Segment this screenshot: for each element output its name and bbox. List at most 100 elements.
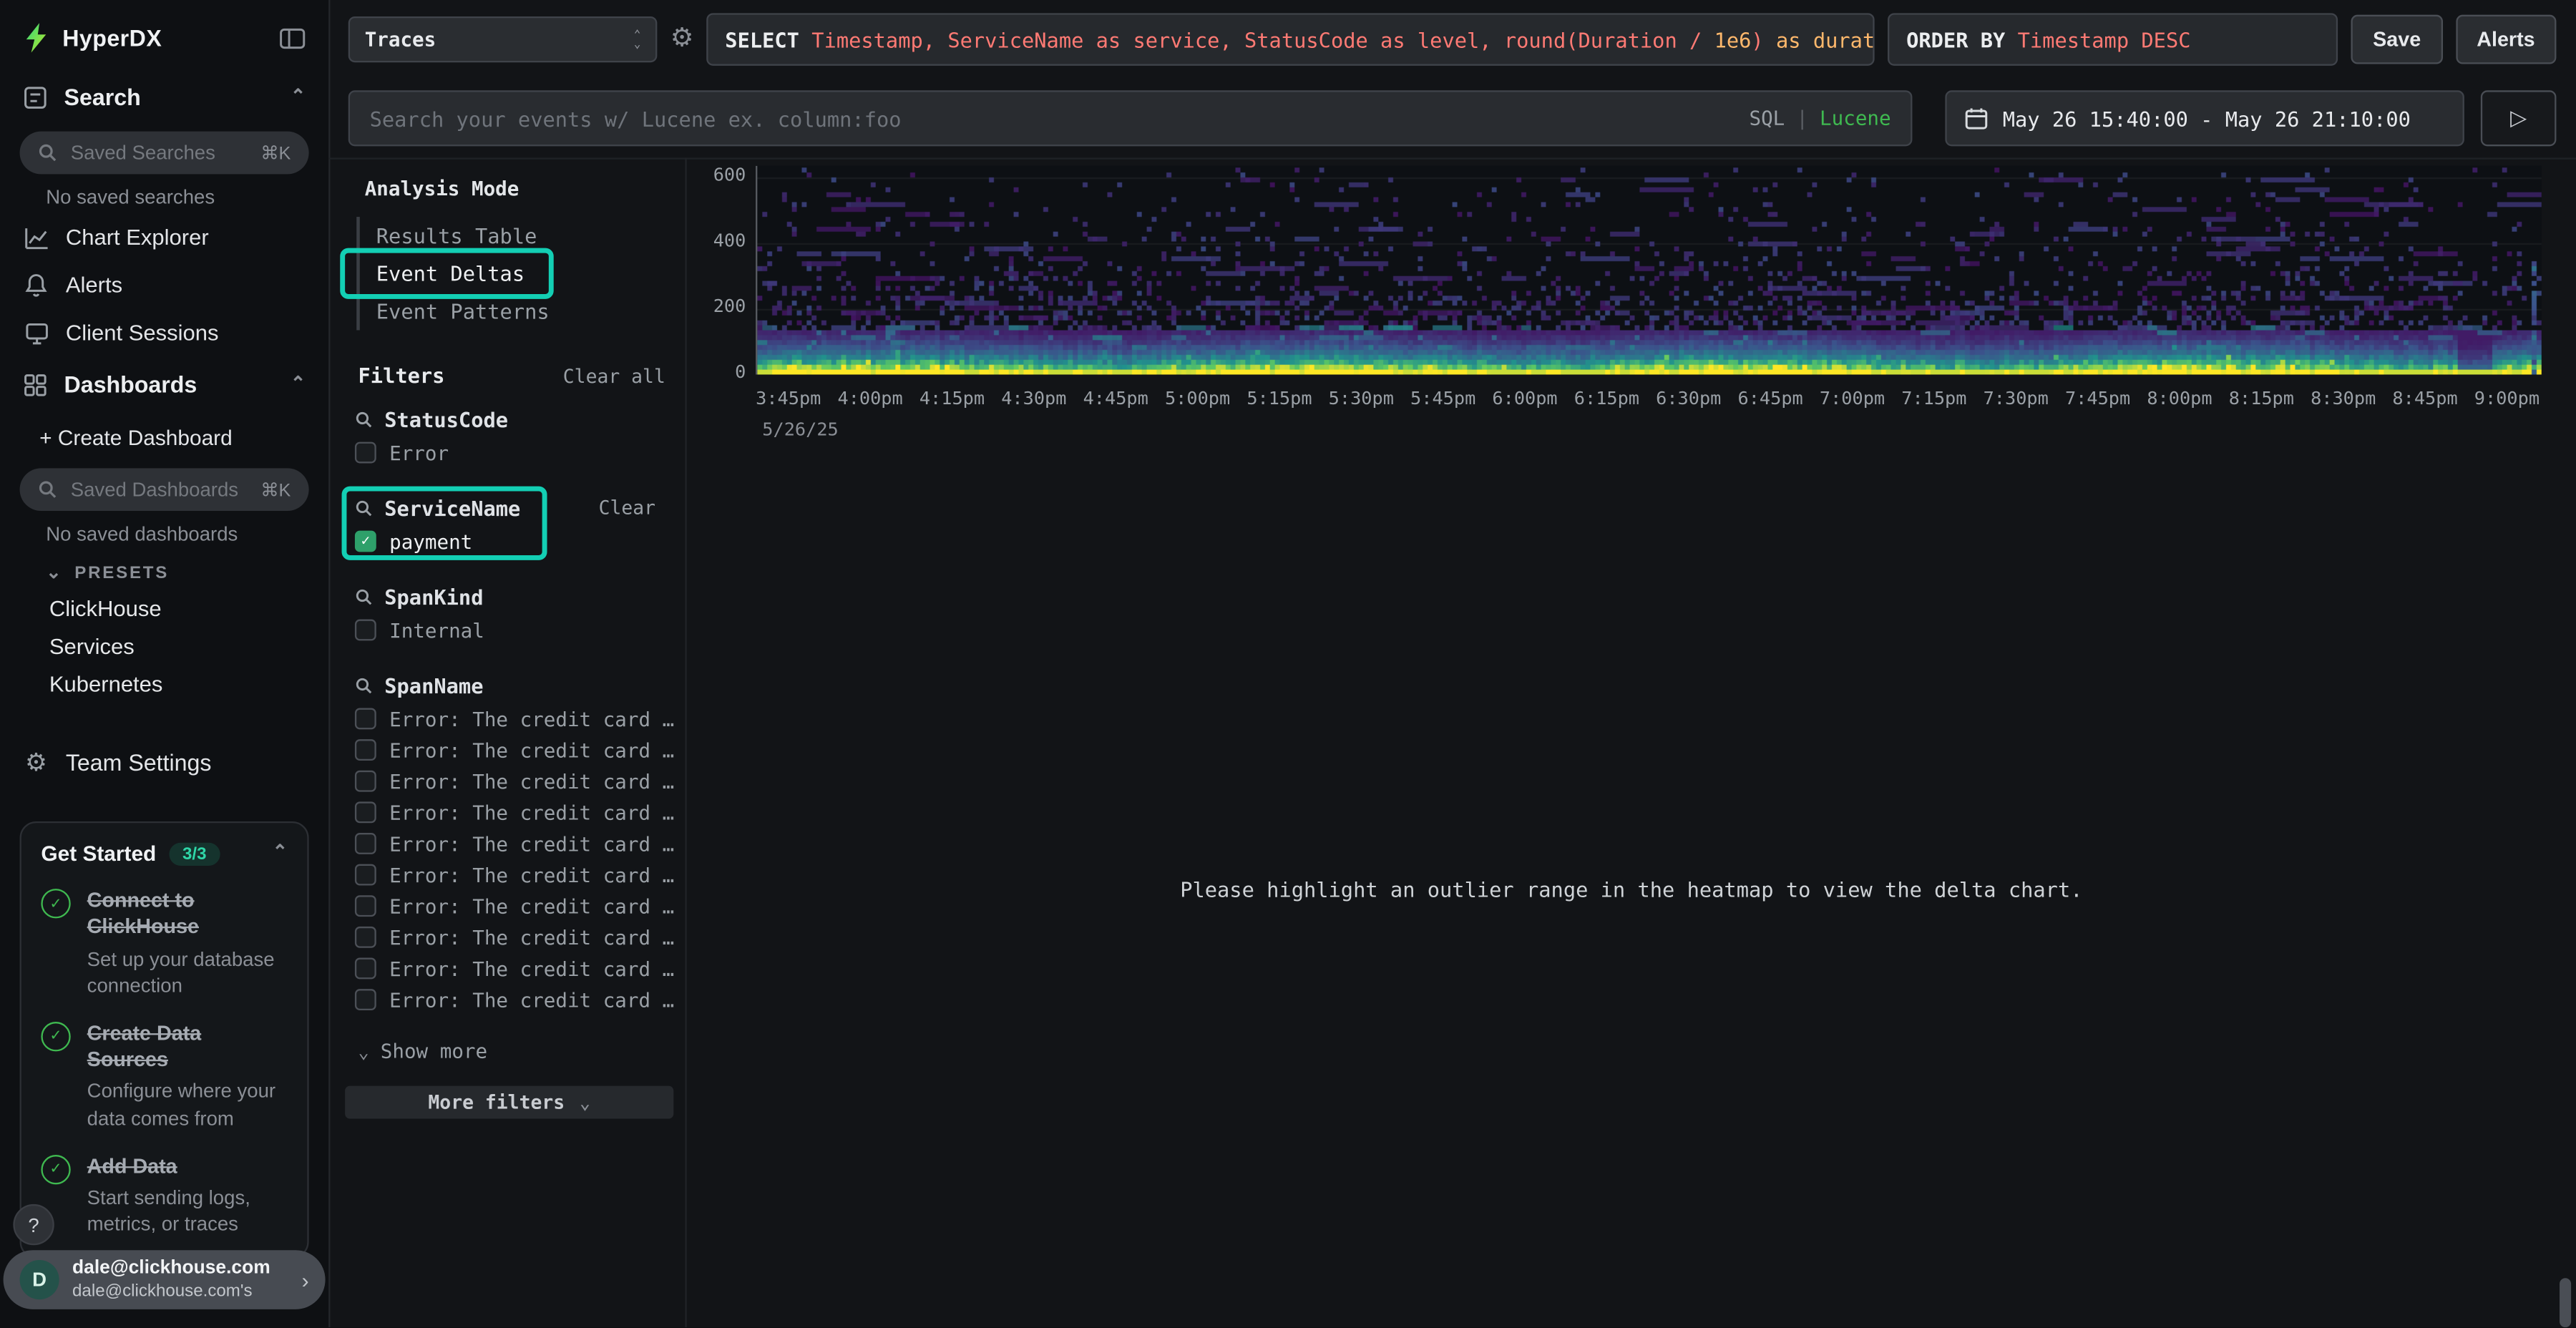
- sidebar-item-client-sessions[interactable]: Client Sessions: [0, 309, 328, 357]
- get-started-step[interactable]: ✓ Create Data Sources Configure where yo…: [41, 1020, 287, 1131]
- filter-group-name[interactable]: SpanKind: [355, 582, 484, 615]
- filter-option[interactable]: Error: [355, 437, 508, 469]
- chevron-up-icon: ⌃: [291, 88, 306, 106]
- checkbox[interactable]: [355, 864, 376, 886]
- checkbox[interactable]: [355, 708, 376, 730]
- filter-option-label: Error: The credit card …: [389, 738, 674, 761]
- checkbox[interactable]: [355, 442, 376, 464]
- filter-option[interactable]: ✓payment: [355, 526, 520, 557]
- show-more-link[interactable]: ⌄ Show more: [358, 1040, 673, 1063]
- filter-option[interactable]: Error: The credit card …: [355, 953, 674, 985]
- sidebar-section-search[interactable]: Search ⌃: [0, 69, 328, 125]
- filter-option[interactable]: Error: The credit card …: [355, 828, 674, 859]
- heatmap-region: 6004002000 3:45pm4:00pm4:15pm4:30pm4:45p…: [687, 157, 2576, 1327]
- filter-option[interactable]: Error: The credit card …: [355, 766, 674, 797]
- event-search-input[interactable]: Search your events w/ Lucene ex. column:…: [348, 90, 1913, 146]
- monitor-icon: [23, 321, 49, 344]
- sidebar-section-dashboards[interactable]: Dashboards ⌃: [0, 356, 328, 412]
- saved-dashboards-input[interactable]: Saved Dashboards ⌘K: [20, 468, 309, 511]
- order-by-input[interactable]: ORDER BY Timestamp DESC: [1888, 13, 2338, 65]
- saved-dashboards-placeholder: Saved Dashboards: [71, 478, 238, 501]
- mode-lucene-toggle[interactable]: Lucene: [1820, 107, 1891, 130]
- filter-option-label: Error: The credit card …: [389, 707, 674, 730]
- checkbox[interactable]: [355, 801, 376, 823]
- filter-option-label: Error: The credit card …: [389, 957, 674, 980]
- saved-searches-input[interactable]: Saved Searches ⌘K: [20, 132, 309, 175]
- checkbox[interactable]: [355, 620, 376, 641]
- clear-all-filters-link[interactable]: Clear all: [563, 364, 665, 387]
- filter-group-name[interactable]: StatusCode: [355, 404, 508, 437]
- time-range-value: May 26 15:40:00 - May 26 21:10:00: [2003, 106, 2411, 130]
- filter-group-body: ServiceName✓payment: [355, 493, 520, 557]
- x-axis-tick: 8:45pm: [2392, 388, 2457, 409]
- heatmap-canvas[interactable]: [757, 166, 2541, 375]
- save-button[interactable]: Save: [2351, 15, 2442, 64]
- query-token: SELECT: [725, 27, 811, 52]
- analysis-mode-results-table[interactable]: Results Table: [360, 217, 537, 255]
- checkbox[interactable]: [355, 895, 376, 917]
- checkbox-checked[interactable]: ✓: [355, 531, 376, 552]
- source-settings-gear-icon[interactable]: ⚙: [670, 26, 694, 53]
- preset-services[interactable]: Services: [0, 628, 328, 665]
- filter-option-label: Error: The credit card …: [389, 926, 674, 949]
- preset-clickhouse[interactable]: ClickHouse: [0, 590, 328, 628]
- sql-query-input[interactable]: SELECT Timestamp, ServiceName as service…: [707, 13, 1875, 65]
- preset-kubernetes[interactable]: Kubernetes: [0, 665, 328, 703]
- get-started-header[interactable]: Get Started 3/3 ⌃: [41, 841, 287, 866]
- sidebar-item-team-settings[interactable]: ⚙ Team Settings: [0, 736, 328, 788]
- sidebar-item-alerts[interactable]: Alerts: [0, 261, 328, 309]
- filter-option[interactable]: Error: The credit card …: [355, 984, 674, 1015]
- filter-option[interactable]: Error: The credit card …: [355, 922, 674, 953]
- sidebar: HyperDX Search ⌃ Saved Searches ⌘K N: [0, 0, 330, 1327]
- get-started-step[interactable]: ✓ Connect to ClickHouse Set up your data…: [41, 887, 287, 999]
- filters-title: Filters: [358, 363, 445, 387]
- source-select[interactable]: Traces ⌃⌄: [348, 16, 658, 62]
- get-started-step[interactable]: ✓ Add Data Start sending logs, metrics, …: [41, 1153, 287, 1238]
- mode-sql-toggle[interactable]: SQL: [1750, 107, 1785, 130]
- help-button[interactable]: ?: [13, 1204, 54, 1245]
- filter-option[interactable]: Error: The credit card …: [355, 859, 674, 891]
- presets-header[interactable]: ⌄ PRESETS: [0, 550, 328, 590]
- filter-option[interactable]: Internal: [355, 615, 484, 646]
- order-by-tokens: ORDER BY Timestamp DESC: [1906, 27, 2190, 52]
- alerts-button[interactable]: Alerts: [2455, 15, 2556, 64]
- chevron-right-icon: ›: [302, 1269, 309, 1291]
- filter-group-spanname: SpanNameError: The credit card …Error: T…: [355, 670, 672, 1015]
- checkbox[interactable]: [355, 833, 376, 854]
- chevron-down-icon: ⌄: [46, 565, 63, 582]
- step-title: Create Data Sources: [87, 1020, 288, 1073]
- dashboards-grid-icon: [23, 372, 47, 396]
- search-icon: [355, 411, 373, 429]
- step-description: Set up your database connection: [87, 945, 288, 998]
- analysis-mode-event-deltas[interactable]: Event Deltas: [360, 255, 525, 293]
- analysis-mode-event-patterns[interactable]: Event Patterns: [360, 293, 550, 331]
- filter-option[interactable]: Error: The credit card …: [355, 890, 674, 922]
- saved-searches-shortcut: ⌘K: [260, 142, 291, 164]
- heatmap-plot[interactable]: [756, 166, 2542, 375]
- filter-option[interactable]: Error: The credit card …: [355, 797, 674, 829]
- vertical-scrollbar-thumb[interactable]: [2560, 1278, 2571, 1327]
- create-dashboard-button[interactable]: + Create Dashboard: [0, 412, 328, 462]
- filter-option[interactable]: Error: The credit card …: [355, 734, 674, 766]
- x-axis-tick: 7:45pm: [2065, 388, 2130, 409]
- checkbox[interactable]: [355, 958, 376, 980]
- chart-explorer-icon: [23, 226, 49, 249]
- sidebar-collapse-icon[interactable]: [279, 27, 306, 49]
- filter-clear-link[interactable]: Clear: [599, 496, 655, 519]
- sidebar-item-chart-explorer[interactable]: Chart Explorer: [0, 213, 328, 261]
- filter-group-name[interactable]: SpanName: [355, 670, 674, 703]
- checkbox[interactable]: [355, 739, 376, 761]
- filter-option[interactable]: Error: The credit card …: [355, 703, 674, 735]
- query-toolbar: Traces ⌃⌄ ⚙ SELECT Timestamp, ServiceNam…: [328, 0, 2576, 79]
- run-query-button[interactable]: ▷: [2481, 90, 2557, 146]
- more-filters-button[interactable]: More filters ⌄: [345, 1086, 673, 1119]
- checkbox[interactable]: [355, 927, 376, 948]
- filter-group-name[interactable]: ServiceName: [355, 493, 520, 526]
- time-range-picker[interactable]: May 26 15:40:00 - May 26 21:10:00: [1945, 90, 2464, 146]
- checkbox[interactable]: [355, 989, 376, 1010]
- checkbox[interactable]: [355, 771, 376, 792]
- x-axis-tick: 6:30pm: [1656, 388, 1721, 409]
- query-token: 1e6: [1714, 27, 1752, 52]
- user-menu[interactable]: D dale@clickhouse.com dale@clickhouse.co…: [4, 1250, 326, 1309]
- filter-option-label: Error: The credit card …: [389, 988, 674, 1011]
